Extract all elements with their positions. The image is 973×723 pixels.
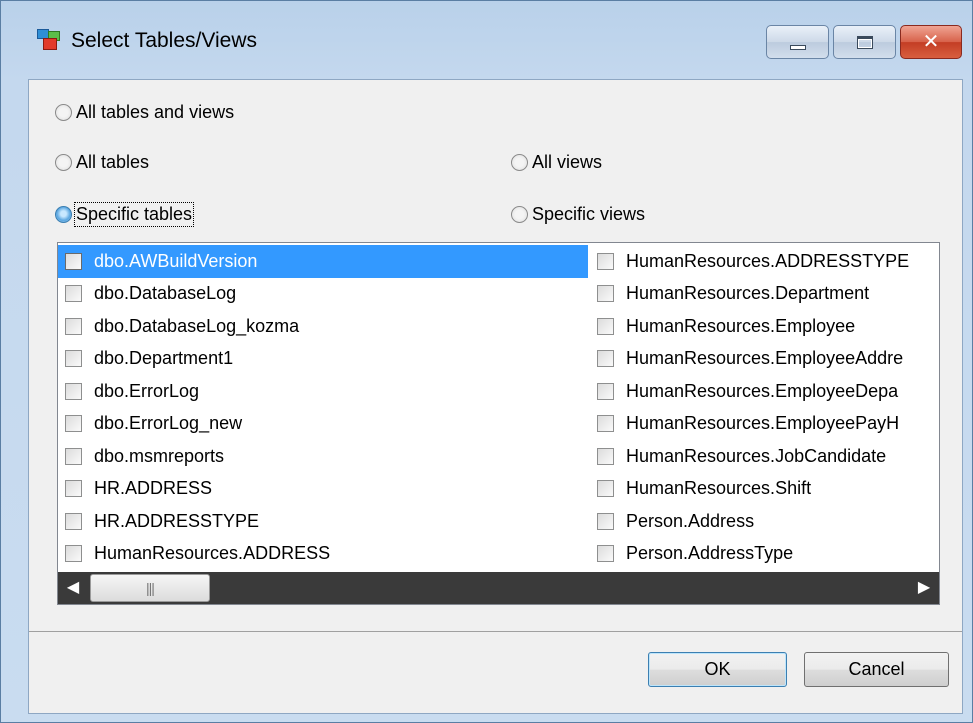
radio-indicator-checked — [55, 206, 72, 223]
checklist-item[interactable]: dbo.DatabaseLog_kozma — [58, 310, 588, 343]
radio-label: All tables — [76, 152, 150, 172]
close-button[interactable]: ✕ — [900, 25, 962, 59]
item-label: dbo.AWBuildVersion — [94, 250, 258, 271]
item-checkbox[interactable] — [65, 317, 82, 335]
checklist-item[interactable]: dbo.DatabaseLog — [58, 278, 588, 311]
item-checkbox[interactable] — [65, 512, 82, 530]
checklist-item[interactable]: HumanResources.EmployeeAddre — [590, 343, 939, 376]
radio-label: All views — [532, 152, 603, 172]
item-checkbox[interactable] — [65, 350, 82, 368]
app-icon — [37, 29, 61, 51]
item-label: dbo.msmreports — [94, 445, 225, 466]
checklist-item[interactable]: dbo.Department1 — [58, 343, 588, 376]
radio-indicator — [55, 104, 72, 121]
radio-label: Specific views — [532, 204, 646, 224]
item-label: HumanResources.ADDRESSTYPE — [626, 250, 910, 271]
tables-checklist[interactable]: dbo.AWBuildVersion dbo.DatabaseLog dbo.Dat… — [57, 242, 940, 605]
radio-indicator — [511, 206, 528, 223]
radio-label: All tables and views — [76, 102, 235, 122]
item-label: HumanResources.Department — [626, 283, 870, 304]
checklist-column-2: HumanResources.ADDRESSTYPE HumanResources… — [590, 245, 939, 570]
checklist-item[interactable]: HR.ADDRESS — [58, 473, 588, 506]
checklist-item[interactable]: Person.AddressType — [590, 538, 939, 571]
dialog-client-area: All tables and views All tables All view… — [28, 79, 963, 714]
item-label: HumanResources.Employee — [626, 315, 856, 336]
radio-label: Specific tables — [73, 202, 195, 227]
select-tables-views-dialog: Select Tables/Views ✕ All tables and vie… — [0, 0, 973, 723]
radio-indicator — [511, 154, 528, 171]
checklist-column-1: dbo.AWBuildVersion dbo.DatabaseLog dbo.Dat… — [58, 245, 588, 570]
scroll-right-arrow-icon[interactable]: ▶ — [909, 572, 939, 604]
item-checkbox[interactable] — [597, 285, 614, 303]
checklist-item[interactable]: HR.ADDRESSTYPE — [58, 505, 588, 538]
item-label: HumanResources.EmployeePayH — [626, 413, 900, 434]
title-bar[interactable]: Select Tables/Views ✕ — [1, 1, 972, 79]
horizontal-scrollbar[interactable]: ◀ ||| ▶ — [58, 572, 939, 604]
maximize-button[interactable] — [833, 25, 896, 59]
item-checkbox[interactable] — [597, 415, 614, 433]
item-checkbox[interactable] — [65, 252, 82, 270]
checklist-item[interactable]: HumanResources.JobCandidate — [590, 440, 939, 473]
item-checkbox[interactable] — [597, 382, 614, 400]
item-label: HumanResources.EmployeeDepa — [626, 380, 899, 401]
item-checkbox[interactable] — [597, 317, 614, 335]
close-icon: ✕ — [922, 31, 940, 53]
item-checkbox[interactable] — [65, 545, 82, 563]
item-checkbox[interactable] — [65, 447, 82, 465]
caption-buttons: ✕ — [766, 25, 962, 59]
item-label: dbo.DatabaseLog — [94, 283, 237, 304]
item-label: Person.AddressType — [626, 543, 794, 564]
checklist-item[interactable]: HumanResources.EmployeePayH — [590, 408, 939, 441]
item-label: HumanResources.ADDRESS — [94, 543, 331, 564]
cancel-button[interactable]: Cancel — [804, 652, 949, 687]
dialog-footer: OK Cancel — [29, 632, 962, 713]
item-checkbox[interactable] — [597, 545, 614, 563]
radio-all-views[interactable]: All views — [511, 152, 602, 173]
ok-button[interactable]: OK — [648, 652, 787, 687]
item-label: HumanResources.Shift — [626, 478, 812, 499]
checklist-item[interactable]: dbo.ErrorLog_new — [58, 408, 588, 441]
minimize-icon — [790, 45, 806, 50]
item-checkbox[interactable] — [65, 382, 82, 400]
checklist-item[interactable]: HumanResources.ADDRESS — [58, 538, 588, 571]
radio-indicator — [55, 154, 72, 171]
window-title: Select Tables/Views — [71, 29, 257, 52]
item-label: dbo.Department1 — [94, 348, 234, 369]
checklist-item[interactable]: HumanResources.EmployeeDepa — [590, 375, 939, 408]
radio-specific-tables[interactable]: Specific tables — [55, 202, 195, 227]
checklist-item[interactable]: dbo.ErrorLog — [58, 375, 588, 408]
item-label: HumanResources.EmployeeAddre — [626, 348, 904, 369]
item-label: HumanResources.JobCandidate — [626, 445, 887, 466]
item-checkbox[interactable] — [597, 350, 614, 368]
item-label: HR.ADDRESSTYPE — [94, 510, 260, 531]
item-label: dbo.DatabaseLog_kozma — [94, 315, 300, 336]
item-label: dbo.ErrorLog_new — [94, 413, 243, 434]
maximize-icon — [857, 36, 873, 49]
checklist-items: dbo.AWBuildVersion dbo.DatabaseLog dbo.Dat… — [58, 243, 939, 572]
item-label: HR.ADDRESS — [94, 478, 213, 499]
checklist-item[interactable]: HumanResources.Department — [590, 278, 939, 311]
item-checkbox[interactable] — [597, 447, 614, 465]
checklist-item[interactable]: dbo.msmreports — [58, 440, 588, 473]
item-label: dbo.ErrorLog — [94, 380, 200, 401]
checklist-item[interactable]: HumanResources.Shift — [590, 473, 939, 506]
item-checkbox[interactable] — [597, 480, 614, 498]
item-label: Person.Address — [626, 510, 755, 531]
item-checkbox[interactable] — [65, 285, 82, 303]
item-checkbox[interactable] — [597, 512, 614, 530]
checklist-item[interactable]: HumanResources.Employee — [590, 310, 939, 343]
scroll-left-arrow-icon[interactable]: ◀ — [58, 572, 88, 604]
item-checkbox[interactable] — [597, 252, 614, 270]
minimize-button[interactable] — [766, 25, 829, 59]
radio-all-tables-and-views[interactable]: All tables and views — [55, 102, 234, 123]
scrollbar-thumb[interactable]: ||| — [90, 574, 210, 602]
checklist-item[interactable]: Person.Address — [590, 505, 939, 538]
item-checkbox[interactable] — [65, 480, 82, 498]
radio-specific-views[interactable]: Specific views — [511, 204, 645, 225]
checklist-item[interactable]: dbo.AWBuildVersion — [58, 245, 588, 278]
checklist-item[interactable]: HumanResources.ADDRESSTYPE — [590, 245, 939, 278]
item-checkbox[interactable] — [65, 415, 82, 433]
radio-all-tables[interactable]: All tables — [55, 152, 149, 173]
